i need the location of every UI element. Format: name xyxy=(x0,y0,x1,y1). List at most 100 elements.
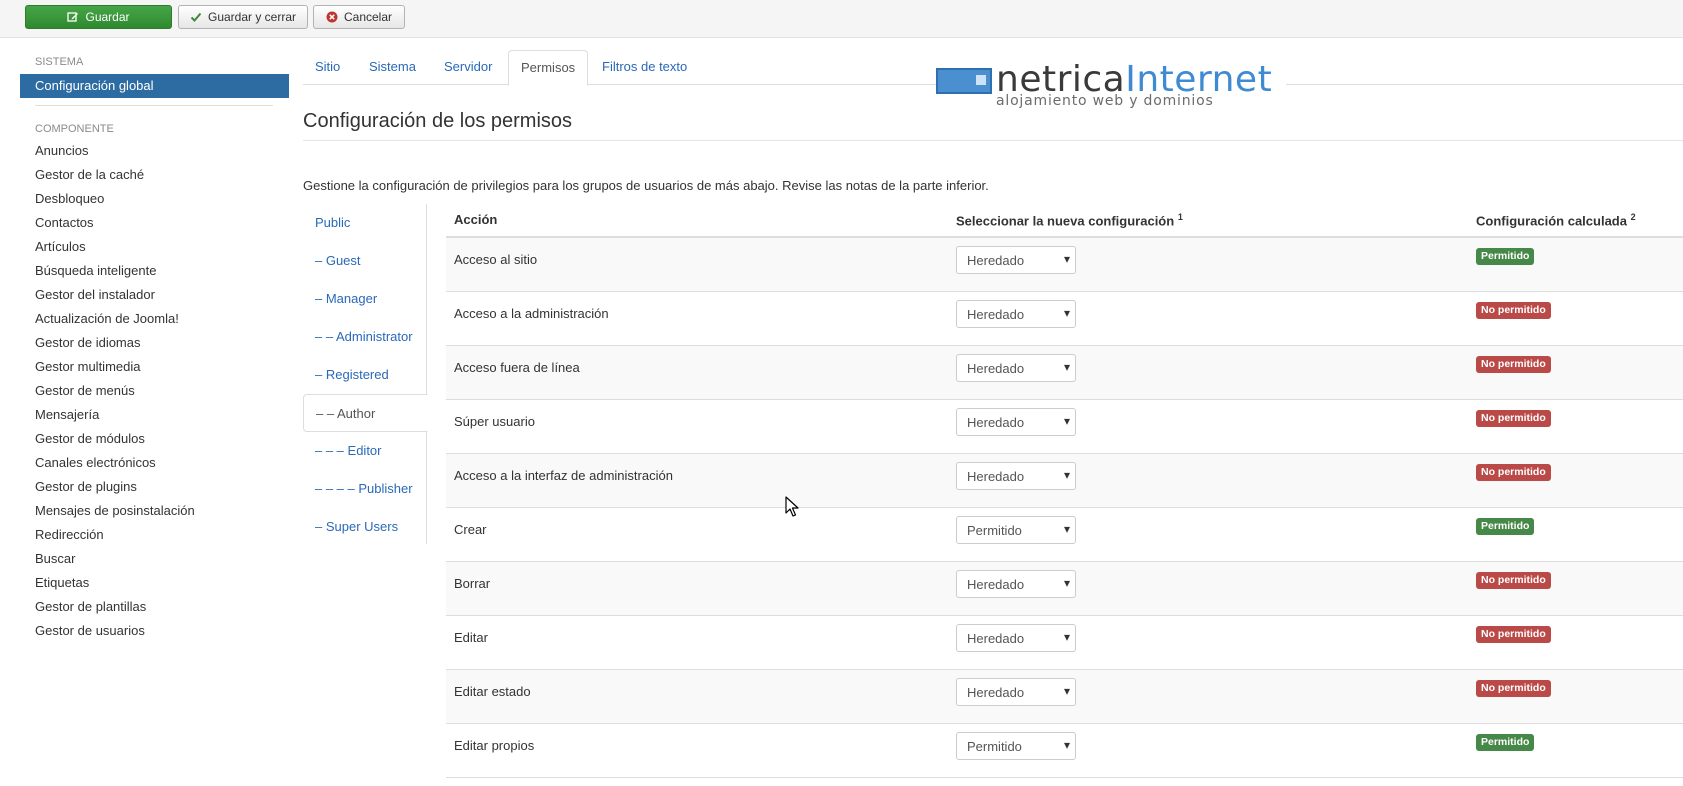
status-badge: Permitido xyxy=(1476,734,1535,751)
sidebar-item[interactable]: Gestor multimedia xyxy=(35,358,195,382)
sidebar-item[interactable]: Gestor de módulos xyxy=(35,430,195,454)
sidebar-item[interactable]: Mensajería xyxy=(35,406,195,430)
col-accion: Acción xyxy=(454,212,498,227)
footnote-2: 2 xyxy=(1630,212,1636,222)
table-row: Borrar Heredado No permitido xyxy=(446,562,1683,616)
edit-icon xyxy=(67,12,79,22)
status-badge: Permitido xyxy=(1476,518,1535,535)
setting-select[interactable]: Heredado xyxy=(956,678,1076,706)
sidebar-item[interactable]: Mensajes de posinstalación xyxy=(35,502,195,526)
toolbar: Guardar Guardar y cerrar Cancelar xyxy=(0,0,1683,38)
col-seleccionar-label: Seleccionar la nueva configuración xyxy=(956,213,1175,229)
group-guest[interactable]: – Guest xyxy=(303,242,427,280)
action-label: Acceso a la administración xyxy=(454,306,609,321)
check-icon xyxy=(190,12,202,22)
table-row: Acceso fuera de línea Heredado No permitid… xyxy=(446,346,1683,400)
setting-select[interactable]: Heredado xyxy=(956,624,1076,652)
sidebar-item[interactable]: Gestor de idiomas xyxy=(35,334,195,358)
setting-select[interactable]: Heredado xyxy=(956,246,1076,274)
sidebar-item[interactable]: Gestor del instalador xyxy=(35,286,195,310)
group-manager[interactable]: – Manager xyxy=(303,280,427,318)
table-row: Editar estado Heredado No permitido xyxy=(446,670,1683,724)
sidebar-item[interactable]: Desbloqueo xyxy=(35,190,195,214)
action-label: Borrar xyxy=(454,576,491,591)
save-and-close-label: Guardar y cerrar xyxy=(207,10,297,24)
table-row: Acceso a la interfaz de administración He… xyxy=(446,454,1683,508)
tab-sistema[interactable]: Sistema xyxy=(357,50,428,85)
setting-select[interactable]: Heredado xyxy=(956,408,1076,436)
sidebar-item[interactable]: Gestor de plantillas xyxy=(35,598,195,622)
footnote-1: 1 xyxy=(1177,212,1183,222)
status-badge: No permitido xyxy=(1476,572,1551,589)
sidebar-item[interactable]: Redirección xyxy=(35,526,195,550)
sidebar-item[interactable]: Gestor de usuarios xyxy=(35,622,195,646)
tab-sitio[interactable]: Sitio xyxy=(303,50,352,85)
sidebar-item[interactable]: Buscar xyxy=(35,550,195,574)
logo-mark-icon xyxy=(936,68,992,94)
setting-select[interactable]: Heredado xyxy=(956,570,1076,598)
sidebar-item[interactable]: Gestor de plugins xyxy=(35,478,195,502)
sidebar-item[interactable]: Búsqueda inteligente xyxy=(35,262,195,286)
status-badge: No permitido xyxy=(1476,302,1551,319)
save-and-close-button[interactable]: Guardar y cerrar xyxy=(178,5,308,29)
status-badge: No permitido xyxy=(1476,680,1551,697)
action-label: Editar estado xyxy=(454,684,531,699)
table-row: Crear Permitido Permitido xyxy=(446,508,1683,562)
sidebar-heading-sistema: SISTEMA xyxy=(35,56,84,68)
save-button[interactable]: Guardar xyxy=(25,5,172,29)
sidebar-item[interactable]: Anuncios xyxy=(35,142,195,166)
sidebar-item[interactable]: Gestor de menús xyxy=(35,382,195,406)
group-author[interactable]: – – Author xyxy=(303,394,428,432)
group-administrator[interactable]: – – Administrator xyxy=(303,318,427,356)
title-divider xyxy=(303,140,1683,141)
cancel-button[interactable]: Cancelar xyxy=(313,5,405,29)
group-super-users[interactable]: – Super Users xyxy=(303,508,427,546)
tab-permisos[interactable]: Permisos xyxy=(508,50,589,86)
table-row: Editar propios Permitido Permitido xyxy=(446,724,1683,778)
sidebar-item[interactable]: Canales electrónicos xyxy=(35,454,195,478)
sidebar-item[interactable]: Actualización de Joomla! xyxy=(35,310,195,334)
page-title: Configuración de los permisos xyxy=(303,110,573,132)
status-badge: No permitido xyxy=(1476,410,1551,427)
action-label: Editar xyxy=(454,630,488,645)
group-editor[interactable]: – – – Editor xyxy=(303,432,427,470)
user-group-list: Public – Guest – Manager – – Administrat… xyxy=(303,204,428,546)
sidebar-item[interactable]: Artículos xyxy=(35,238,195,262)
sidebar-item-configuracion-global[interactable]: Configuración global xyxy=(20,74,289,98)
col-calculada: Configuración calculada 2 xyxy=(1476,212,1636,228)
action-label: Súper usuario xyxy=(454,414,535,429)
table-row: Editar Heredado No permitido xyxy=(446,616,1683,670)
mouse-cursor-icon xyxy=(785,496,799,517)
setting-select[interactable]: Heredado xyxy=(956,354,1076,382)
action-label: Acceso a la interfaz de administración xyxy=(454,468,673,483)
status-badge: No permitido xyxy=(1476,626,1551,643)
sidebar-divider xyxy=(35,105,273,106)
action-label: Crear xyxy=(454,522,487,537)
sidebar-heading-componente: COMPONENTE xyxy=(35,123,114,135)
group-public[interactable]: Public xyxy=(303,204,427,242)
sidebar-item[interactable]: Etiquetas xyxy=(35,574,195,598)
permissions-table: Acción Seleccionar la nueva configuració… xyxy=(446,204,1683,778)
tab-servidor[interactable]: Servidor xyxy=(432,50,504,85)
setting-select[interactable]: Heredado xyxy=(956,300,1076,328)
sidebar-component-list: Anuncios Gestor de la caché Desbloqueo C… xyxy=(35,142,195,646)
action-label: Editar propios xyxy=(454,738,535,753)
logo-tagline: alojamiento web y dominios xyxy=(996,93,1214,109)
tab-filtros-de-texto[interactable]: Filtros de texto xyxy=(590,50,699,85)
permissions-rows: Acceso al sitio Heredado Permitido Acceso a… xyxy=(446,238,1683,778)
sidebar-item[interactable]: Contactos xyxy=(35,214,195,238)
setting-select[interactable]: Heredado xyxy=(956,462,1076,490)
status-badge: No permitido xyxy=(1476,356,1551,373)
sidebar-item[interactable]: Gestor de la caché xyxy=(35,166,195,190)
action-label: Acceso fuera de línea xyxy=(454,360,580,375)
setting-select[interactable]: Permitido xyxy=(956,516,1076,544)
group-registered[interactable]: – Registered xyxy=(303,356,427,394)
group-publisher[interactable]: – – – – Publisher xyxy=(303,470,427,508)
col-seleccionar: Seleccionar la nueva configuración 1 xyxy=(956,212,1183,228)
save-button-label: Guardar xyxy=(85,10,130,24)
cancel-label: Cancelar xyxy=(343,10,393,24)
setting-select[interactable]: Permitido xyxy=(956,732,1076,760)
col-calculada-label: Configuración calculada xyxy=(1476,213,1627,229)
status-badge: No permitido xyxy=(1476,464,1551,481)
action-label: Acceso al sitio xyxy=(454,252,538,267)
